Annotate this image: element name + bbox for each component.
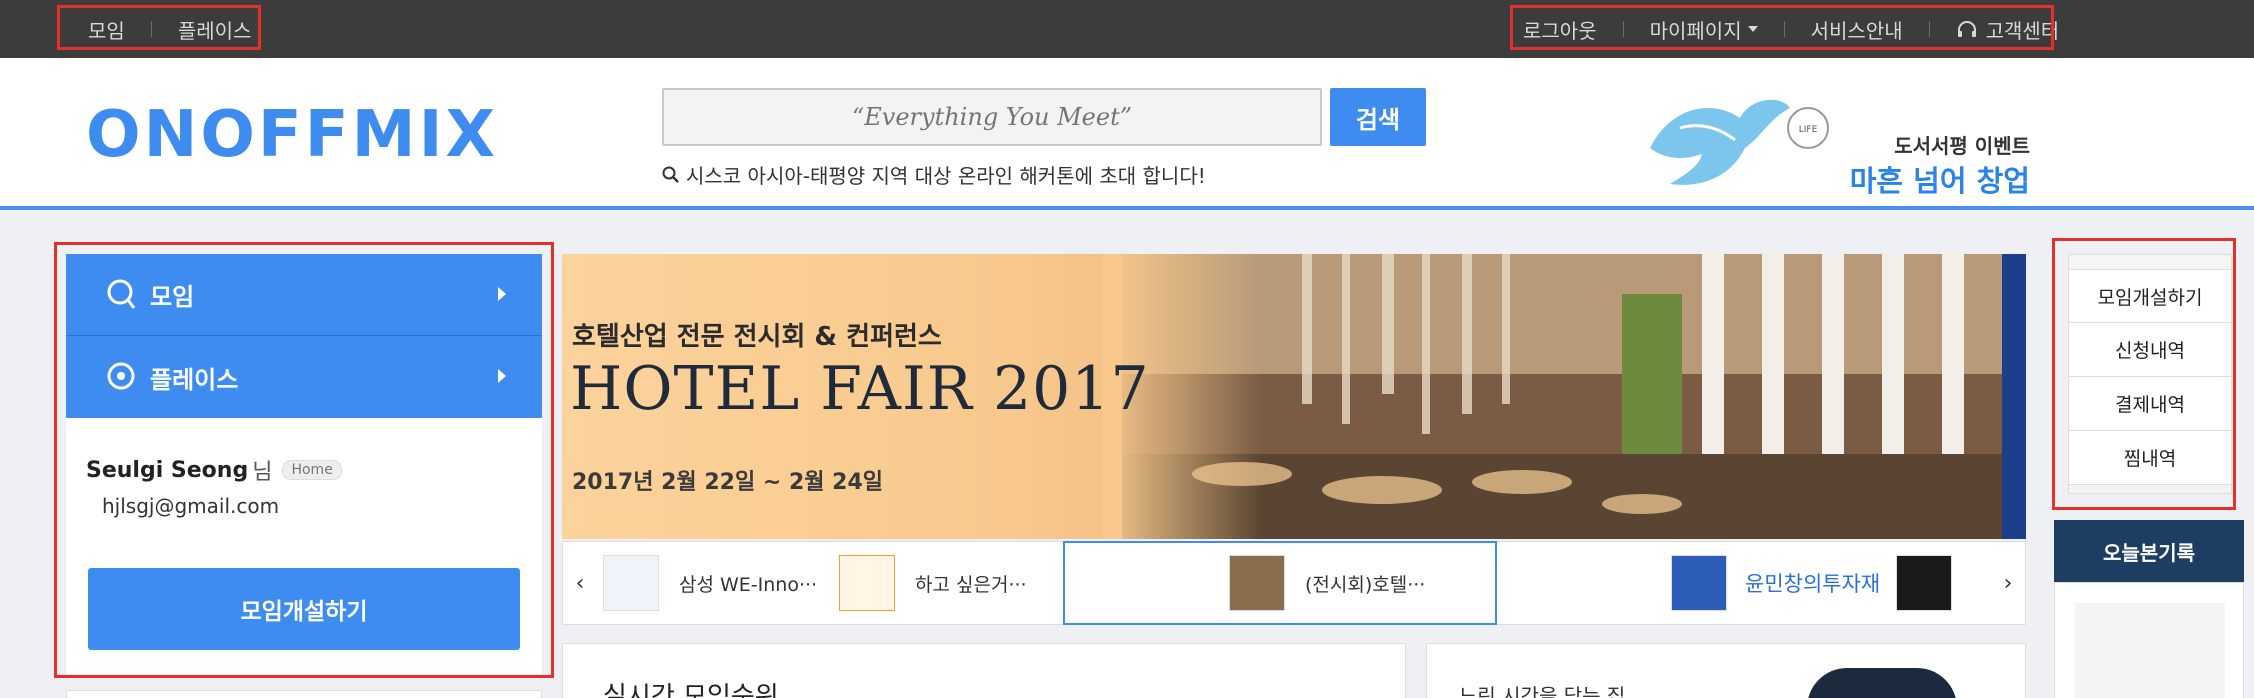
banner-thumbnail-strip: ‹ 삼성 WE-Inno··· 하고 싶은거··· (전시회)호텔··· 윤민창…	[562, 541, 2026, 625]
headset-icon	[1957, 21, 1976, 37]
create-meeting-button[interactable]: 모임개설하기	[88, 568, 520, 650]
top-bar-right-links: 로그아웃 마이페이지 서비스안내 고객센터	[1523, 0, 2059, 58]
quick-payments[interactable]: 결제내역	[2069, 377, 2231, 431]
banner-subtitle: 호텔산업 전문 전시회 & 컨퍼런스	[572, 322, 942, 352]
chevron-right-icon	[498, 369, 506, 383]
left-panel: 모임 플레이스 Seulgi Seong 님 Home hjlsgj@gmail…	[66, 254, 542, 674]
nav-place[interactable]: 플레이스	[66, 336, 542, 418]
onoffmix-logo: ONOFFMIX	[86, 98, 498, 172]
today-history-panel	[2054, 582, 2244, 698]
svg-text:ONOFFMIX: ONOFFMIX	[86, 102, 498, 164]
banner-edge-strip	[2002, 254, 2026, 539]
event-subtitle: 도서서평 이벤트	[1894, 134, 2030, 158]
search-hint[interactable]: 시스코 아시아-태평양 지역 대상 온라인 해커톤에 초대 합니다!	[662, 160, 1206, 189]
nav-meeting-label: 모임	[150, 283, 195, 311]
thumb-image	[603, 555, 659, 611]
quick-create-meeting[interactable]: 모임개설하기	[2069, 269, 2231, 323]
svg-text:LIFE: LIFE	[1799, 125, 1818, 135]
today-history-title: 오늘본기록	[2054, 520, 2244, 582]
honorific-suffix: 님	[252, 460, 273, 485]
divider	[150, 21, 152, 37]
promo-image	[1807, 668, 1957, 698]
thumb-title: 삼성 WE-Inno···	[679, 573, 818, 596]
site-header: ONOFFMIX 검색 시스코 아시아-태평양 지역 대상 온라인 해커톤에 초…	[0, 58, 2254, 210]
nav-meeting[interactable]: 모임	[66, 254, 542, 336]
promo-card[interactable]: 느린 시간을 담는 집	[1426, 643, 2026, 698]
thumb-item-active[interactable]: (전시회)호텔···	[1063, 541, 1497, 625]
ranking-title: 실시간 모임순위	[603, 682, 779, 698]
support-label: 고객센터	[1985, 18, 2060, 43]
angel-illustration: LIFE	[1650, 99, 1829, 185]
top-bar-left-links: 모임 플레이스	[88, 0, 251, 58]
top-link-place[interactable]: 플레이스	[178, 15, 252, 44]
home-badge[interactable]: Home	[282, 460, 342, 480]
top-link-meeting[interactable]: 모임	[88, 15, 125, 44]
promo-text: 느린 시간을 담는 집	[1459, 684, 1626, 698]
search-icon	[107, 279, 136, 309]
thumb-image	[1671, 555, 1727, 611]
caret-down-icon	[1747, 26, 1758, 32]
thumb-prev-button[interactable]: ‹	[563, 542, 597, 624]
user-info: Seulgi Seong 님 Home	[86, 454, 342, 486]
user-name[interactable]: Seulgi Seong	[86, 458, 248, 483]
quick-applications[interactable]: 신청내역	[2069, 323, 2231, 377]
thumb-item[interactable]: 삼성 WE-Inno···	[603, 542, 853, 624]
right-quick-menu: 모임개설하기 신청내역 결제내역 찜내역	[2068, 254, 2232, 494]
site-logo[interactable]: ONOFFMIX	[86, 98, 502, 172]
search-input[interactable]	[662, 88, 1322, 146]
service-link[interactable]: 서비스안내	[1811, 15, 1903, 44]
logout-link[interactable]: 로그아웃	[1523, 15, 1597, 44]
history-placeholder	[2075, 603, 2225, 698]
thumb-next-button[interactable]: ›	[1991, 542, 2025, 624]
divider	[1622, 21, 1624, 37]
search-button[interactable]: 검색	[1330, 88, 1426, 146]
user-email: hjlsgj@gmail.com	[102, 494, 280, 518]
thumb-image	[1229, 555, 1285, 611]
banner-date: 2017년 2월 22일 ~ 2월 24일	[572, 470, 884, 495]
divider	[1783, 21, 1785, 37]
mypage-link[interactable]: 마이페이지	[1650, 15, 1758, 44]
main-banner[interactable]: 호텔산업 전문 전시회 & 컨퍼런스 HOTEL FAIR 2017 2017년…	[562, 254, 2026, 539]
thumb-image	[839, 555, 895, 611]
thumb-title: 하고 싶은거···	[915, 573, 1027, 596]
event-banner[interactable]: LIFE 도서서평 이벤트 마흔 넘어 창업	[1640, 88, 2030, 198]
top-bar: 모임 플레이스 로그아웃 마이페이지 서비스안내 고객센터	[0, 0, 2254, 58]
search-icon	[662, 166, 679, 183]
chevron-right-icon	[498, 287, 506, 301]
mypage-label: 마이페이지	[1649, 18, 1742, 43]
ranking-card: 실시간 모임순위	[562, 643, 1406, 698]
left-panel-next-box	[66, 690, 542, 698]
event-title: 마흔 넘어 창업	[1849, 164, 2030, 198]
divider	[1928, 21, 1930, 37]
thumb-item[interactable]: 하고 싶은거···	[839, 542, 1089, 624]
location-pin-icon	[107, 362, 135, 390]
thumb-image	[1896, 555, 1953, 611]
thumb-title: 윤민창의투자재	[1745, 572, 1881, 596]
banner-title: HOTEL FAIR 2017	[570, 354, 1150, 424]
thumb-item[interactable]: 윤민창의투자재	[1671, 542, 1991, 624]
thumb-title: (전시회)호텔···	[1305, 573, 1426, 596]
nav-place-label: 플레이스	[150, 365, 239, 394]
quick-wishlist[interactable]: 찜내역	[2069, 431, 2231, 485]
search-hint-text: 시스코 아시아-태평양 지역 대상 온라인 해커톤에 초대 합니다!	[686, 164, 1206, 188]
support-link[interactable]: 고객센터	[1956, 15, 2060, 44]
